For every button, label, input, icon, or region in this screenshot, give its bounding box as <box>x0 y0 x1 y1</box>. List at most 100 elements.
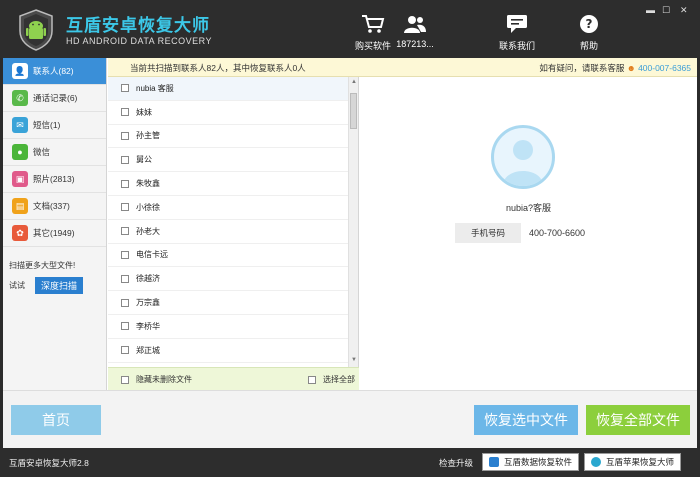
app-subtitle: HD ANDROID DATA RECOVERY <box>66 36 213 46</box>
row-checkbox[interactable] <box>121 84 129 93</box>
document-icon: ▤ <box>12 198 28 214</box>
list-item[interactable]: 徐越济 <box>108 267 358 292</box>
recover-selected-button[interactable]: 恢复选中文件 <box>474 405 578 435</box>
row-checkbox[interactable] <box>121 108 129 117</box>
list-item[interactable]: 妹妹 <box>108 101 358 125</box>
list-item[interactable]: 孙老大 <box>108 220 358 244</box>
row-checkbox[interactable] <box>121 346 129 355</box>
row-checkbox[interactable] <box>121 131 129 140</box>
row-checkbox[interactable] <box>121 274 129 283</box>
list-item[interactable]: 李桥华 <box>108 315 358 339</box>
support-avatar-icon: ☻ <box>626 63 636 73</box>
avatar <box>491 125 555 189</box>
row-checkbox[interactable] <box>121 298 129 307</box>
sidebar-item-label: 短信(1) <box>33 120 61 130</box>
apple-recovery-label: 互盾苹果恢复大师 <box>606 457 675 467</box>
scroll-up-arrow-icon[interactable]: ▲ <box>351 79 357 85</box>
data-recovery-label: 互盾数据恢复软件 <box>504 457 573 467</box>
select-all-checkbox[interactable] <box>308 375 316 384</box>
maximize-button[interactable]: ☐ <box>662 5 670 16</box>
minimize-button[interactable]: ▬ <box>646 5 655 15</box>
list-item[interactable]: 郑正城 <box>108 339 358 363</box>
sidebar-item-wechat[interactable]: ● 微信 <box>3 139 106 166</box>
list-footer: 隐藏未删除文件 选择全部 <box>108 367 359 390</box>
close-button[interactable]: ✕ <box>680 5 688 16</box>
account-button[interactable]: 187213... <box>385 14 445 49</box>
apple-recovery-icon <box>591 457 601 467</box>
try-label: 试试 <box>9 281 25 290</box>
sidebar: 👤 联系人(82) ✆ 通话记录(6) ✉ 短信(1) ● 微信 ▣ 照片(28… <box>3 58 107 390</box>
android-shield-logo-icon <box>19 9 53 51</box>
account-label: 187213... <box>396 39 434 49</box>
check-upgrade-link[interactable]: 检查升级 <box>439 457 473 469</box>
sidebar-item-label: 通话记录(6) <box>33 93 78 103</box>
scan-result-message: 当前共扫描到联系人82人，其中恢复联系人0人 <box>130 63 306 73</box>
contact-list: nubia 客服 妹妹 孙主管 舅公 朱牧鑫 小徐徐 孙老大 电信卡远 徐越济 … <box>108 77 359 367</box>
recover-all-button[interactable]: 恢复全部文件 <box>586 405 690 435</box>
app-title: 互盾安卓恢复大师 <box>66 16 210 35</box>
chat-icon <box>507 15 527 33</box>
contact-name: 妹妹 <box>136 107 152 117</box>
row-checkbox[interactable] <box>121 155 129 164</box>
row-checkbox[interactable] <box>121 227 129 236</box>
version-label: 互盾安卓恢复大师2.8 <box>9 458 89 468</box>
contact-name: 李桥华 <box>136 321 160 331</box>
contact-name: 孙主管 <box>136 131 160 141</box>
contact-detail-panel: nubia?客服 手机号码 400-700-6600 <box>360 77 697 390</box>
photo-icon: ▣ <box>12 171 28 187</box>
help-label: 帮助 <box>579 41 598 51</box>
sidebar-item-label: 其它(1949) <box>33 228 75 238</box>
list-scrollbar[interactable]: ▲ ▼ <box>348 77 358 367</box>
deep-scan-button[interactable]: 深度扫描 <box>35 277 84 294</box>
home-button[interactable]: 首页 <box>11 405 101 435</box>
deep-scan-promo: 扫描更多大型文件! 试试 深度扫描 <box>3 254 106 294</box>
phone-label: 手机号码 <box>455 223 521 243</box>
row-checkbox[interactable] <box>121 203 129 212</box>
title-bar: 互盾安卓恢复大师 HD ANDROID DATA RECOVERY 购买软件 1… <box>0 0 700 58</box>
sidebar-item-label: 联系人(82) <box>33 66 74 76</box>
wechat-icon: ● <box>12 144 28 160</box>
sidebar-item-label: 微信 <box>33 147 51 157</box>
cart-icon <box>362 15 385 33</box>
contact-name: 孙老大 <box>136 226 160 236</box>
list-item[interactable]: 孙主管 <box>108 125 358 149</box>
list-item[interactable]: 电信卡远 <box>108 244 358 268</box>
list-item[interactable]: 朱牧鑫 <box>108 172 358 196</box>
contact-phone-row: 手机号码 400-700-6600 <box>455 223 593 243</box>
help-icon: ? <box>580 15 598 33</box>
list-item[interactable]: 万宗鑫 <box>108 291 358 315</box>
apple-recovery-button[interactable]: 互盾苹果恢复大师 <box>584 453 682 471</box>
scroll-down-arrow-icon[interactable]: ▼ <box>351 357 357 363</box>
sidebar-item-documents[interactable]: ▤ 文档(337) <box>3 193 106 220</box>
list-item[interactable]: 小徐徐 <box>108 196 358 220</box>
status-bar: 互盾安卓恢复大师2.8 检查升级 互盾数据恢复软件 互盾苹果恢复大师 <box>0 448 700 477</box>
help-button[interactable]: ? 帮助 <box>559 14 619 52</box>
sidebar-item-photos[interactable]: ▣ 照片(2813) <box>3 166 106 193</box>
hide-deleted-toggle[interactable]: 隐藏未删除文件 <box>121 374 192 385</box>
list-item[interactable]: 舅公 <box>108 148 358 173</box>
contact-us-button[interactable]: 联系我们 <box>487 14 547 52</box>
scroll-thumb[interactable] <box>350 93 357 129</box>
scan-more-text: 扫描更多大型文件! <box>9 261 76 270</box>
sidebar-item-label: 文档(337) <box>33 201 70 211</box>
main-panel: 👤 联系人(82) ✆ 通话记录(6) ✉ 短信(1) ● 微信 ▣ 照片(28… <box>3 58 697 390</box>
sidebar-item-contacts[interactable]: 👤 联系人(82) <box>3 58 106 85</box>
data-recovery-software-button[interactable]: 互盾数据恢复软件 <box>482 453 580 471</box>
hide-deleted-checkbox[interactable] <box>121 375 129 384</box>
row-checkbox[interactable] <box>121 322 129 331</box>
contact-name: 舅公 <box>136 155 152 165</box>
select-all-toggle[interactable]: 选择全部 <box>308 374 355 385</box>
contact-name: 朱牧鑫 <box>136 179 160 189</box>
contacts-icon: 👤 <box>12 63 28 79</box>
sidebar-item-call-log[interactable]: ✆ 通话记录(6) <box>3 85 106 112</box>
sidebar-item-other[interactable]: ✿ 其它(1949) <box>3 220 106 247</box>
row-checkbox[interactable] <box>121 250 129 259</box>
contact-name: 徐越济 <box>136 274 160 284</box>
svg-text:?: ? <box>586 17 593 31</box>
list-item[interactable]: nubia 客服 <box>108 77 358 101</box>
contact-us-label: 联系我们 <box>498 41 535 51</box>
support-text: 如有疑问，请联系客服 <box>539 63 625 73</box>
sidebar-item-sms[interactable]: ✉ 短信(1) <box>3 112 106 139</box>
row-checkbox[interactable] <box>121 179 129 188</box>
contact-name: 郑正城 <box>136 345 160 355</box>
